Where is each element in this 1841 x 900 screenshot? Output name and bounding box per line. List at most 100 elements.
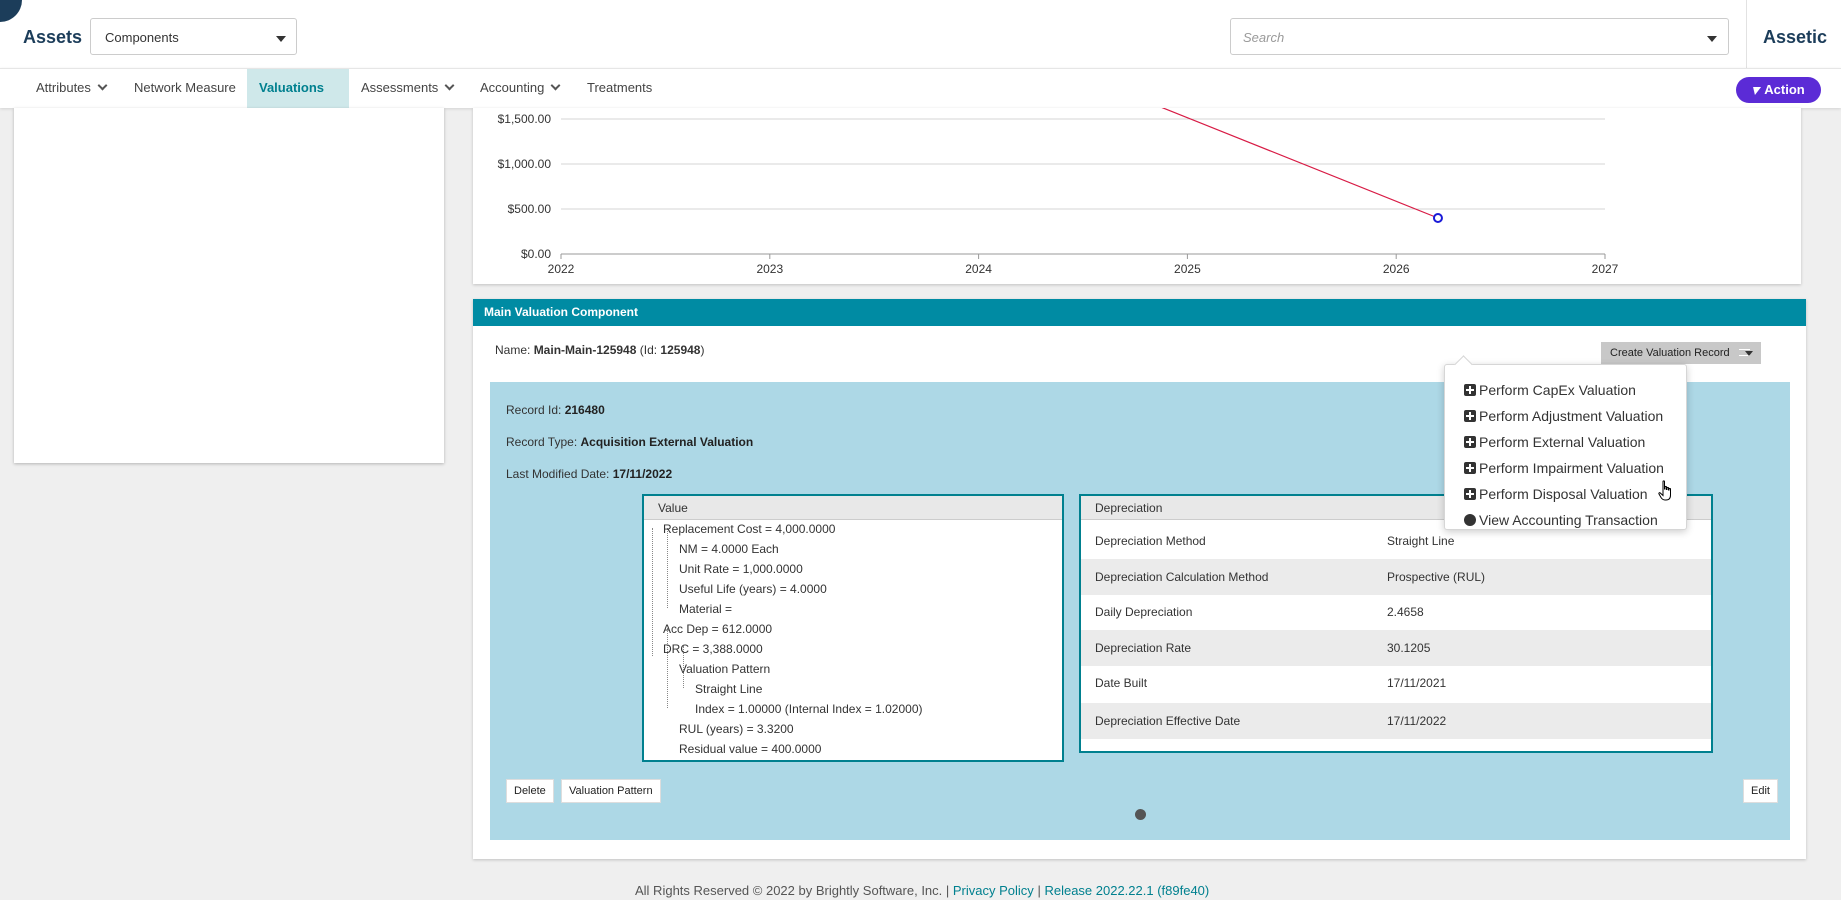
action-button[interactable]: Action xyxy=(1736,77,1821,103)
dep-key: Depreciation Rate xyxy=(1095,641,1192,655)
plus-square-icon xyxy=(1464,410,1476,422)
menu-item-adjustment[interactable]: Perform Adjustment Valuation xyxy=(1464,406,1663,426)
record-type-label: Record Type: xyxy=(506,435,578,449)
dep-key: Depreciation Calculation Method xyxy=(1095,570,1269,584)
nav-item-network-measure[interactable]: Network Measure xyxy=(122,69,248,109)
dep-value: 17/11/2021 xyxy=(1387,676,1447,690)
delete-button[interactable]: Delete xyxy=(506,779,554,803)
value-tree-box: Value Replacement Cost = 4,000.0000 NM =… xyxy=(642,494,1064,762)
valuation-chart-panel: $0.00 $500.00 $1,000.00 $1,500.00 2022 2023 20… xyxy=(473,108,1801,284)
hand-cursor-icon xyxy=(1658,480,1671,501)
component-name-line: Name: Main-Main-125948 (Id: 125948) xyxy=(495,343,704,357)
footer: All Rights Reserved © 2022 by Brightly S… xyxy=(635,883,1209,898)
name-label: Name: xyxy=(495,343,531,357)
data-point xyxy=(1432,213,1443,223)
y-tick-label: $0.00 xyxy=(521,247,551,261)
chevron-down-icon xyxy=(97,80,108,91)
nav-item-label: Network Measure xyxy=(134,80,236,95)
chevron-down-icon xyxy=(1707,36,1717,42)
menu-item-label: Perform External Valuation xyxy=(1479,434,1646,450)
value-box-title: Value xyxy=(644,496,1062,520)
menu-item-disposal[interactable]: Perform Disposal Valuation xyxy=(1464,484,1648,504)
last-modified-value: 17/11/2022 xyxy=(612,467,673,481)
nav-item-treatments[interactable]: Treatments xyxy=(575,69,664,109)
plus-square-icon xyxy=(1464,384,1476,396)
search-box[interactable] xyxy=(1230,18,1729,55)
dep-key: Depreciation Effective Date xyxy=(1095,714,1241,728)
record-id-value: 216480 xyxy=(564,403,605,417)
footer-separator: | xyxy=(1037,883,1041,898)
valuation-pattern-button[interactable]: Valuation Pattern xyxy=(561,779,661,803)
edit-button[interactable]: Edit xyxy=(1743,779,1778,803)
tree-connector xyxy=(667,628,668,708)
chevron-down-icon xyxy=(444,80,455,91)
tree-node[interactable]: NM = 4.0000 Each xyxy=(679,542,779,556)
menu-item-label: Perform CapEx Valuation xyxy=(1479,382,1636,398)
menu-item-capex[interactable]: Perform CapEx Valuation xyxy=(1464,380,1636,400)
x-tick-label: 2023 xyxy=(756,262,783,276)
module-select[interactable]: Components xyxy=(90,18,297,55)
id-label: (Id: xyxy=(639,343,658,357)
chevron-down-icon xyxy=(550,80,561,91)
y-tick-label: $1,000.00 xyxy=(498,157,552,171)
nav-item-accounting[interactable]: Accounting xyxy=(468,69,571,109)
valuation-chart: $0.00 $500.00 $1,000.00 $1,500.00 2022 2023 20… xyxy=(498,108,1619,276)
carousel-dot[interactable] xyxy=(1135,809,1146,820)
footer-copyright: All Rights Reserved © 2022 by Brightly S… xyxy=(635,883,950,898)
series-line xyxy=(1161,108,1439,219)
chevron-down-icon xyxy=(276,36,286,42)
create-valuation-record-button[interactable]: Create Valuation Record xyxy=(1601,342,1761,364)
create-valuation-menu: Perform CapEx Valuation Perform Adjustme… xyxy=(1444,364,1687,530)
tree-connector xyxy=(652,528,653,656)
menu-item-label: View Accounting Transaction xyxy=(1479,512,1658,528)
tree-node[interactable]: Useful Life (years) = 4.0000 xyxy=(679,582,827,596)
y-tick-label: $1,500.00 xyxy=(498,112,552,126)
dep-key: Daily Depreciation xyxy=(1095,605,1193,619)
chevron-down-icon xyxy=(1745,351,1753,356)
plus-square-icon xyxy=(1464,488,1476,500)
dep-value: 17/11/2022 xyxy=(1387,714,1447,728)
nav-item-label: Attributes xyxy=(36,80,91,95)
nav-item-attributes[interactable]: Attributes xyxy=(24,69,118,109)
nav-item-valuations[interactable]: Valuations xyxy=(247,69,349,129)
lightning-icon xyxy=(1751,87,1762,95)
tree-node[interactable]: Material = xyxy=(679,602,732,616)
tree-node[interactable]: Acc Dep = 612.0000 xyxy=(663,622,772,636)
tree-node[interactable]: Valuation Pattern xyxy=(679,662,770,676)
nav-bar: Attributes Network Measure Valuations As… xyxy=(0,68,1841,129)
dep-key: Depreciation Method xyxy=(1095,534,1206,548)
x-tick-label: 2027 xyxy=(1592,262,1619,276)
menu-item-external[interactable]: Perform External Valuation xyxy=(1464,432,1645,452)
tree-node[interactable]: Replacement Cost = 4,000.0000 xyxy=(663,522,835,536)
last-modified-label: Last Modified Date: xyxy=(506,467,610,481)
record-type-value: Acquisition External Valuation xyxy=(580,435,754,449)
tree-node[interactable]: Straight Line xyxy=(695,682,762,696)
last-modified-line: Last Modified Date: 17/11/2022 xyxy=(506,467,672,481)
tree-node[interactable]: Index = 1.00000 (Internal Index = 1.0200… xyxy=(695,702,923,716)
tree-connector xyxy=(667,528,668,608)
action-button-label: Action xyxy=(1764,82,1805,97)
menu-item-accounting-transaction[interactable]: View Accounting Transaction xyxy=(1464,510,1658,530)
dep-value: Straight Line xyxy=(1387,534,1455,548)
x-tick-label: 2025 xyxy=(1174,262,1201,276)
tree-node[interactable]: DRC = 3,388.0000 xyxy=(663,642,763,656)
privacy-policy-link[interactable]: Privacy Policy xyxy=(953,883,1034,898)
depreciation-row: Depreciation Rate 30.1205 xyxy=(1081,630,1711,666)
top-bar: Assets Components Assetic xyxy=(0,0,1841,68)
x-tick-label: 2024 xyxy=(965,262,992,276)
nav-item-assessments[interactable]: Assessments xyxy=(349,69,465,109)
tree-node[interactable]: Residual value = 400.0000 xyxy=(679,742,821,756)
dep-value: 2.4658 xyxy=(1387,605,1424,619)
tree-node[interactable]: Unit Rate = 1,000.0000 xyxy=(679,562,803,576)
record-id-line: Record Id: 216480 xyxy=(506,403,605,417)
search-input[interactable] xyxy=(1243,28,1683,46)
release-link[interactable]: Release 2022.22.1 (f89fe40) xyxy=(1044,883,1209,898)
tree-node[interactable]: RUL (years) = 3.3200 xyxy=(679,722,794,736)
plus-square-icon xyxy=(1464,436,1476,448)
name-value: Main-Main-125948 xyxy=(533,343,637,357)
x-tick-label: 2022 xyxy=(548,262,575,276)
menu-item-impairment[interactable]: Perform Impairment Valuation xyxy=(1464,458,1664,478)
nav-item-label: Accounting xyxy=(480,80,545,95)
left-panel xyxy=(14,108,444,463)
menu-item-label: Perform Adjustment Valuation xyxy=(1479,408,1664,424)
